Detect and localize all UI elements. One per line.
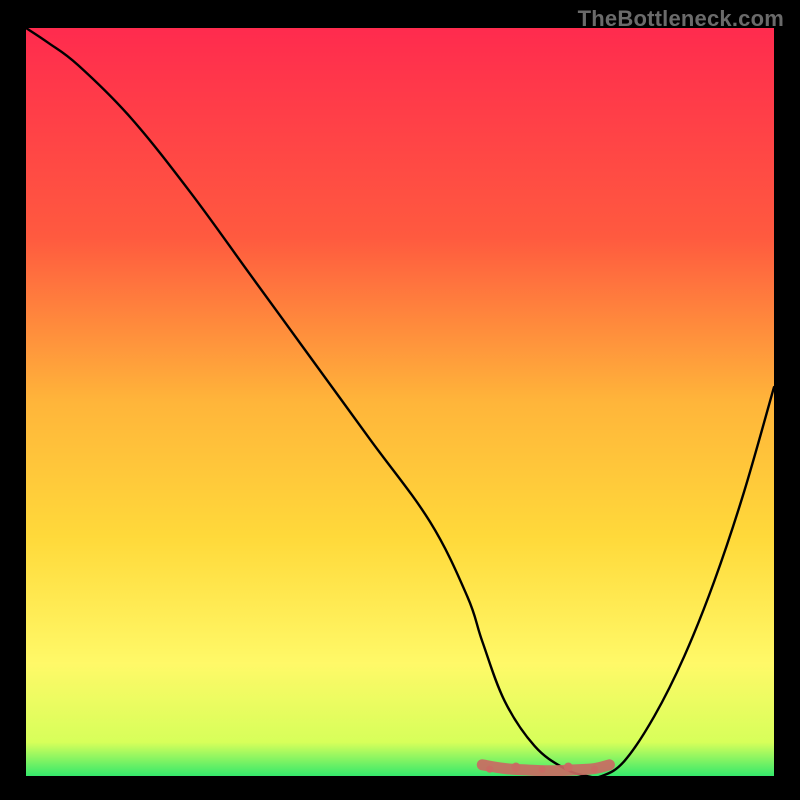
optimal-region-dot (511, 763, 520, 772)
optimal-region-dot (591, 766, 598, 773)
optimal-region-dot (564, 763, 573, 772)
optimal-region-marker (482, 765, 609, 771)
chart-frame: TheBottleneck.com (0, 0, 800, 800)
optimal-region-dot (539, 766, 546, 773)
bottleneck-chart (26, 28, 774, 776)
gradient-background (26, 28, 774, 776)
watermark-text: TheBottleneck.com (578, 6, 784, 32)
optimal-region-dot (486, 766, 493, 773)
